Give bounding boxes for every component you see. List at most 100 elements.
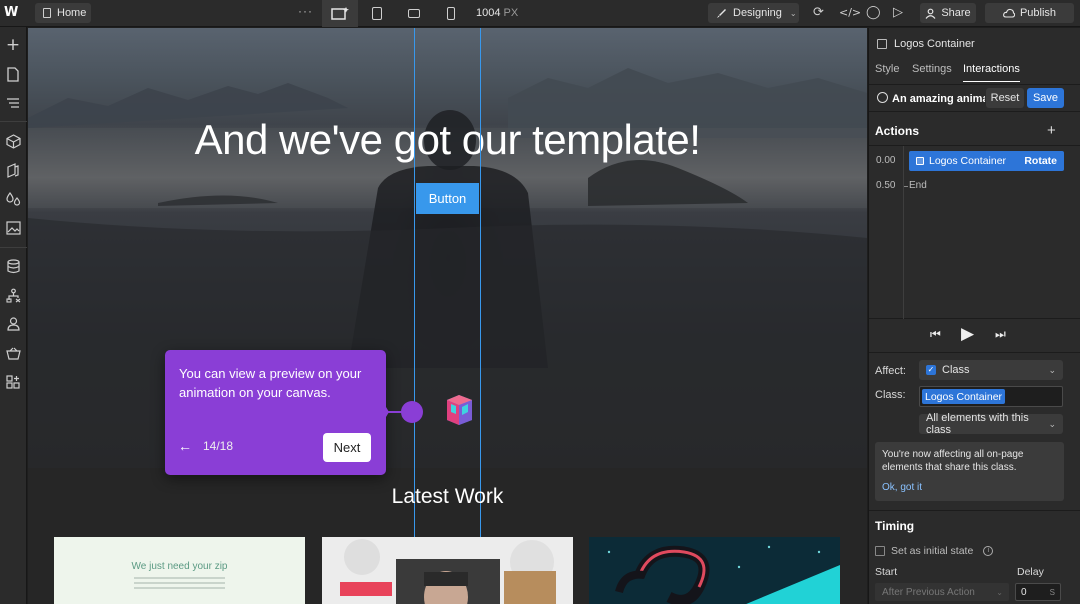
add-element-icon[interactable]: + <box>4 36 22 54</box>
code-icon[interactable]: </> <box>839 6 861 19</box>
tablet-breakpoint-button[interactable] <box>359 0 395 27</box>
assets-icon[interactable] <box>4 219 22 237</box>
back-arrow-icon[interactable]: ← <box>178 438 192 454</box>
class-label: Class: <box>875 389 906 401</box>
latest-work-heading[interactable]: Latest Work <box>28 485 867 509</box>
page-icon <box>43 8 51 18</box>
delay-input[interactable]: 0 S <box>1015 583 1061 601</box>
onboarding-step-counter: 14/18 <box>203 439 234 453</box>
work-card-2[interactable] <box>322 537 573 604</box>
check-icon: ✓ <box>926 365 936 375</box>
users-icon[interactable] <box>4 315 22 333</box>
tab-style[interactable]: Style <box>875 63 899 81</box>
style-selectors-icon[interactable] <box>4 161 22 179</box>
sync-icon[interactable]: ⟳ <box>813 5 824 20</box>
cms-icon[interactable] <box>4 257 22 275</box>
mobile-portrait-icon <box>447 7 455 20</box>
reset-button[interactable]: Reset <box>986 88 1024 108</box>
class-selector-field[interactable]: Logos Container <box>919 386 1063 407</box>
swatches-icon[interactable] <box>4 190 22 208</box>
top-toolbar: W Home ··· 1004 PX Designing ⌄ ⟳ </> ◯ ▷ … <box>0 0 1080 27</box>
desktop-breakpoint-button[interactable] <box>322 0 358 27</box>
page-selector-label: Home <box>57 7 87 19</box>
work-card-1[interactable]: We just need your zip <box>54 537 305 604</box>
components-icon[interactable] <box>4 132 22 150</box>
ok-got-it-link[interactable]: Ok, got it <box>882 482 922 493</box>
class-info-text: You're now affecting all on-page element… <box>882 449 1024 473</box>
timeline-action-rotate[interactable]: Logos Container Rotate <box>909 151 1064 171</box>
tab-interactions[interactable]: Interactions <box>963 63 1020 82</box>
page-selector[interactable]: Home <box>35 3 91 23</box>
ecommerce-icon[interactable] <box>4 344 22 362</box>
save-button[interactable]: Save <box>1027 88 1064 108</box>
class-chip[interactable]: Logos Container <box>922 389 1006 404</box>
interactions-panel: Logos Container Style Settings Interacti… <box>868 28 1080 604</box>
hero-button[interactable]: Button <box>416 183 479 214</box>
mode-dropdown[interactable]: Designing ⌄ <box>708 3 799 23</box>
timeline-action-verb: Rotate <box>1024 155 1057 167</box>
affect-label: Affect: <box>875 365 906 377</box>
hero-title[interactable]: And we've got our template! <box>28 116 867 164</box>
onboarding-pointer-notch <box>383 402 389 422</box>
webflow-logo-icon[interactable]: W <box>4 5 24 21</box>
apps-icon[interactable] <box>4 373 22 391</box>
publish-button[interactable]: Publish <box>985 3 1074 23</box>
delay-label: Delay <box>1017 566 1044 578</box>
element-checkbox-icon <box>877 39 887 49</box>
preview-play-icon[interactable]: ▷ <box>893 5 903 20</box>
play-icon[interactable]: ▶ <box>961 324 974 344</box>
clock-icon <box>877 92 888 103</box>
element-mini-icon <box>916 157 924 165</box>
skip-forward-icon[interactable]: ⏭ <box>995 327 1006 342</box>
add-action-icon[interactable]: + <box>1047 122 1056 139</box>
affect-dropdown[interactable]: ✓ Class ⌄ <box>919 360 1063 380</box>
work-card-3-image <box>589 537 840 604</box>
onboarding-tooltip: You can view a preview on your animation… <box>165 350 386 475</box>
delay-input-value: 0 <box>1021 586 1027 598</box>
chevron-down-icon: ⌄ <box>996 587 1003 597</box>
tablet-icon <box>372 7 382 20</box>
share-button[interactable]: Share <box>920 3 976 23</box>
chevron-down-icon: ⌄ <box>789 8 797 18</box>
publish-button-label: Publish <box>1019 7 1057 19</box>
initial-state-checkbox[interactable] <box>875 546 885 556</box>
user-icon <box>925 8 936 19</box>
start-dropdown-value: After Previous Action <box>882 586 975 598</box>
pages-icon[interactable] <box>4 65 22 83</box>
onboarding-pointer-dot <box>401 401 423 423</box>
comment-icon[interactable]: ◯ <box>866 5 881 20</box>
navigator-icon[interactable] <box>4 94 22 112</box>
design-canvas[interactable]: And we've got our template! Button Lates… <box>28 28 867 604</box>
mobile-landscape-breakpoint-button[interactable] <box>396 0 432 27</box>
selected-element-row: Logos Container <box>877 38 975 50</box>
canvas-width-readout: 1004 PX <box>476 7 518 19</box>
logos-container-element[interactable] <box>445 394 474 426</box>
panel-tabs: Style Settings Interactions <box>869 59 1080 85</box>
work-card-3[interactable] <box>589 537 840 604</box>
timing-heading: Timing <box>875 519 915 533</box>
work-card-2-image <box>322 537 573 604</box>
skip-back-icon[interactable]: ⏮ <box>930 327 941 342</box>
animation-header: An amazing anima... Reset Save <box>869 85 1080 112</box>
mobile-landscape-icon <box>408 9 420 18</box>
start-dropdown[interactable]: After Previous Action ⌄ <box>875 583 1009 601</box>
work-card-1-title: We just need your zip <box>131 561 228 572</box>
actions-heading: Actions <box>875 124 920 138</box>
cloud-upload-icon <box>1003 8 1015 18</box>
desktop-star-icon <box>331 6 349 20</box>
selection-guide-left <box>414 28 415 604</box>
animation-name[interactable]: An amazing anima... <box>892 93 985 105</box>
scope-dropdown[interactable]: All elements with this class ⌄ <box>919 412 1063 436</box>
mobile-portrait-breakpoint-button[interactable] <box>433 0 469 27</box>
scope-dropdown-value: All elements with this class <box>926 412 1029 436</box>
share-button-label: Share <box>941 7 971 19</box>
more-breakpoints-icon[interactable]: ··· <box>298 4 313 18</box>
info-icon[interactable]: i <box>983 546 994 556</box>
mode-dropdown-label: Designing <box>733 7 782 19</box>
onboarding-next-button[interactable]: Next <box>323 433 371 462</box>
selected-element-name: Logos Container <box>894 38 975 50</box>
timeline-end-label: End <box>909 180 927 191</box>
tab-settings[interactable]: Settings <box>912 63 952 81</box>
brush-icon <box>717 8 726 18</box>
logic-icon[interactable] <box>4 286 22 304</box>
